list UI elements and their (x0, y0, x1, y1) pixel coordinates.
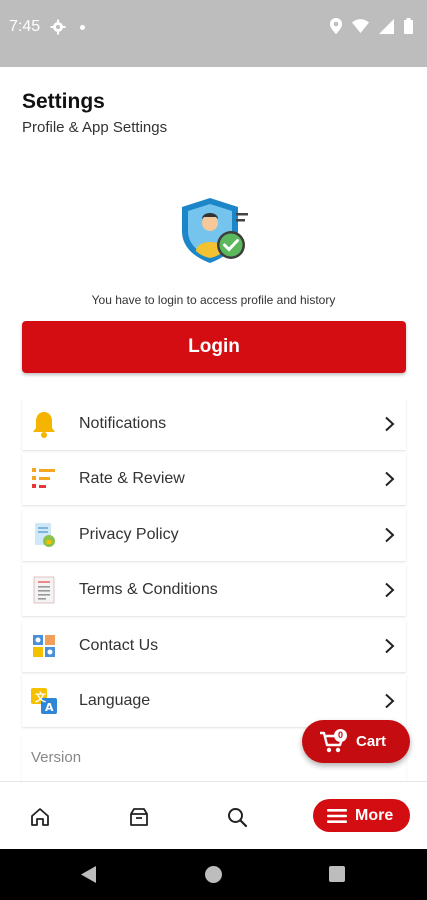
settings-menu: Notifications Rate & Review Privacy Poli… (22, 398, 406, 730)
chevron-right-icon (384, 638, 396, 654)
orders-box-icon[interactable] (128, 806, 150, 828)
menu-item-label: Language (79, 691, 151, 709)
home-circle-icon[interactable] (205, 866, 222, 883)
more-label: More (355, 807, 394, 824)
settings-gear-icon (50, 19, 66, 40)
status-bar: 7:45 (0, 0, 427, 67)
notification-dot-icon (80, 25, 85, 30)
recents-square-icon[interactable] (329, 866, 345, 882)
location-icon (330, 18, 342, 39)
translate-icon: 文 A (30, 687, 58, 715)
chevron-right-icon (384, 416, 396, 432)
contact-icon (30, 632, 58, 660)
version-label: Version (31, 749, 82, 766)
status-time: 7:45 (9, 18, 41, 35)
chevron-right-icon (384, 582, 396, 598)
menu-item-label: Rate & Review (79, 470, 185, 488)
menu-item-label: Terms & Conditions (79, 581, 218, 599)
bottom-navigation: More (0, 781, 427, 849)
menu-item-label: Privacy Policy (79, 525, 179, 543)
home-icon[interactable] (29, 806, 51, 828)
battery-icon (404, 18, 413, 39)
menu-item-notifications[interactable]: Notifications (22, 398, 406, 450)
more-button[interactable]: More (313, 799, 410, 832)
search-icon[interactable] (226, 806, 248, 828)
menu-item-label: Notifications (79, 415, 167, 432)
chevron-right-icon (384, 527, 396, 543)
status-icons (330, 18, 413, 39)
chevron-right-icon (384, 471, 396, 487)
page-subtitle: Profile & App Settings (22, 119, 168, 136)
secure-user-shield-icon (176, 195, 252, 271)
system-navigation-bar (0, 849, 427, 900)
page-title: Settings (22, 90, 105, 113)
menu-item-terms-conditions[interactable]: Terms & Conditions (22, 564, 406, 617)
menu-item-rate-review[interactable]: Rate & Review (22, 453, 406, 506)
signal-icon (379, 18, 394, 39)
terms-document-icon (30, 576, 58, 604)
menu-hamburger-icon (327, 809, 347, 826)
wifi-icon (352, 19, 369, 38)
menu-item-label: Contact Us (79, 636, 159, 654)
svg-text:A: A (45, 701, 54, 714)
cart-label: Cart (356, 733, 387, 750)
privacy-document-icon (30, 521, 58, 549)
back-icon[interactable] (80, 865, 97, 889)
menu-item-privacy-policy[interactable]: Privacy Policy (22, 508, 406, 561)
bell-icon (30, 410, 58, 438)
menu-item-contact-us[interactable]: Contact Us (22, 619, 406, 672)
cart-count-badge: 0 (334, 729, 347, 742)
cart-button[interactable]: 0 Cart (302, 720, 410, 763)
login-message: You have to login to access profile and … (91, 293, 336, 307)
chevron-right-icon (384, 693, 396, 709)
rating-list-icon (30, 465, 58, 493)
login-button[interactable]: Login (22, 321, 406, 373)
